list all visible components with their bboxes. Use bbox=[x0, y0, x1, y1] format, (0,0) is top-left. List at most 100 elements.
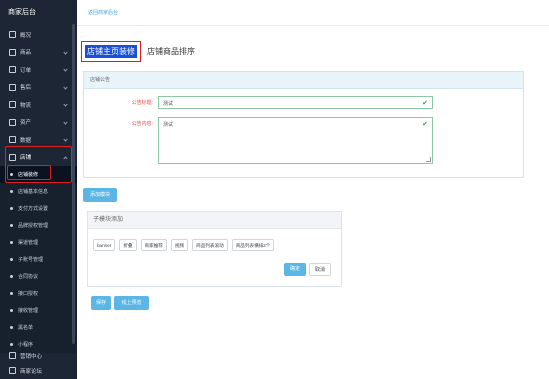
sidebar-item-label: 营销中心 bbox=[20, 353, 43, 360]
sidebar-item-label: 概况 bbox=[20, 32, 32, 39]
submodule-header: 子模块添加 bbox=[88, 212, 341, 229]
wallet-icon bbox=[9, 118, 16, 126]
sidebar-subitem-label: 小程序 bbox=[18, 342, 34, 348]
sidebar-subitem-subaccounts[interactable]: 子账号管理 bbox=[0, 251, 77, 268]
tab-label: 店铺主页装修 bbox=[85, 45, 137, 58]
sidebar-subitem-label: 子账号管理 bbox=[18, 257, 44, 263]
forum-icon bbox=[9, 367, 16, 374]
sidebar-item-label: 商家论坛 bbox=[20, 368, 43, 375]
notice-card: 店铺公告 公告标题: 测试 ✔ 公告内容: 测试 ✔ bbox=[83, 71, 524, 178]
chevron-down-icon bbox=[63, 137, 68, 142]
brand-title: 商家后台 bbox=[8, 9, 36, 16]
notice-title-row: 公告标题: 测试 ✔ bbox=[84, 96, 433, 109]
grid-icon bbox=[9, 31, 16, 39]
sidebar-subitem-label: 黑名单 bbox=[18, 325, 34, 331]
sidebar-subitem-contracts[interactable]: 合同协议 bbox=[0, 268, 77, 285]
confirm-button[interactable]: 确定 bbox=[284, 263, 306, 276]
submodule-card: 子模块添加 banner 折叠 商家推荐 视频 商品列表滚动 商品列表横排2个 … bbox=[87, 211, 342, 287]
bullet-icon bbox=[10, 258, 13, 261]
sidebar-item-aftersale[interactable]: 售后 bbox=[0, 79, 77, 97]
sidebar-subitem-label: 店铺基本信息 bbox=[18, 189, 49, 195]
sidebar-subitem-label: 接口授权 bbox=[18, 291, 39, 297]
sidebar-item-orders[interactable]: 订单 bbox=[0, 61, 77, 79]
bullet-icon bbox=[10, 224, 13, 227]
module-option-video[interactable]: 视频 bbox=[170, 239, 189, 251]
notice-content-textarea[interactable]: 测试 ✔ bbox=[158, 117, 433, 164]
notice-content-row: 公告内容: 测试 ✔ bbox=[84, 117, 433, 164]
sidebar-subitem-label: 合同协议 bbox=[18, 274, 39, 280]
sidebar-item-overview[interactable]: 概况 bbox=[0, 26, 77, 44]
check-icon: ✔ bbox=[422, 100, 428, 107]
sidebar-bottom-nav: 营销中心 商家论坛 bbox=[0, 348, 77, 378]
sidebar-nav: 概况 商品 订单 售后 物流 资产 数据 店铺 bbox=[0, 26, 77, 166]
order-icon bbox=[9, 66, 16, 74]
chevron-down-icon bbox=[63, 49, 68, 55]
chevron-down-icon bbox=[63, 119, 68, 125]
notice-content-value: 测试 bbox=[163, 122, 174, 128]
top-bar: 返回商家后台 bbox=[77, 0, 549, 26]
bullet-icon bbox=[10, 309, 13, 312]
sidebar-subitem-basic-info[interactable]: 店铺基本信息 bbox=[0, 183, 77, 200]
sidebar-subitem-brand-auth[interactable]: 品牌授权管理 bbox=[0, 217, 77, 234]
sidebar-subitem-label: 接收管理 bbox=[18, 308, 39, 314]
highlight-decoration-item bbox=[7, 165, 51, 180]
notice-card-header: 店铺公告 bbox=[84, 72, 523, 89]
chevron-down-icon bbox=[63, 84, 68, 90]
sidebar-item-goods[interactable]: 商品 bbox=[0, 44, 77, 62]
tab-shop-goods-sort[interactable]: 店铺商品排序 bbox=[147, 46, 195, 57]
sidebar: 商家后台 概况 商品 订单 售后 物流 资产 数据 店铺 店铺装修 店铺基本信息… bbox=[0, 0, 77, 379]
shop-submenu: 店铺装修 店铺基本信息 支付方式设置 品牌授权管理 渠道管理 子账号管理 合同协… bbox=[0, 166, 77, 353]
sidebar-subitem-channels[interactable]: 渠道管理 bbox=[0, 234, 77, 251]
sidebar-item-logistics[interactable]: 物流 bbox=[0, 96, 77, 114]
submodule-options: banner 折叠 商家推荐 视频 商品列表滚动 商品列表横排2个 bbox=[93, 239, 278, 251]
notice-title-label: 公告标题: bbox=[131, 100, 153, 106]
sidebar-subitem-label: 渠道管理 bbox=[18, 240, 39, 246]
module-option-merchant-recommend[interactable]: 商家推荐 bbox=[140, 239, 167, 251]
sidebar-item-label: 售后 bbox=[20, 85, 32, 92]
sidebar-subitem-payment[interactable]: 支付方式设置 bbox=[0, 200, 77, 217]
bullet-icon bbox=[10, 343, 13, 346]
sidebar-subitem-blacklist[interactable]: 黑名单 bbox=[0, 319, 77, 336]
cancel-button[interactable]: 取消 bbox=[309, 263, 331, 276]
aftersale-icon bbox=[9, 83, 16, 91]
bullet-icon bbox=[10, 326, 13, 329]
sidebar-item-marketing[interactable]: 营销中心 bbox=[0, 348, 77, 363]
notice-title-value: 测试 bbox=[163, 101, 174, 107]
resize-handle-icon[interactable] bbox=[426, 157, 431, 162]
sidebar-subitem-api-auth[interactable]: 接口授权 bbox=[0, 285, 77, 302]
bullet-icon bbox=[10, 207, 13, 210]
save-button[interactable]: 保存 bbox=[91, 296, 111, 310]
page-tabs: 店铺主页装修 店铺商品排序 bbox=[81, 41, 195, 62]
sidebar-item-label: 数据 bbox=[20, 137, 32, 144]
sidebar-item-label: 物流 bbox=[20, 102, 32, 109]
sidebar-item-forum[interactable]: 商家论坛 bbox=[0, 363, 77, 378]
module-option-goods-scroll[interactable]: 商品列表滚动 bbox=[192, 239, 228, 251]
main-content: 返回商家后台 店铺主页装修 店铺商品排序 店铺公告 公告标题: 测试 ✔ 公告内… bbox=[77, 0, 549, 379]
bullet-icon bbox=[10, 241, 13, 244]
marketing-icon bbox=[9, 352, 16, 359]
bag-icon bbox=[9, 48, 16, 56]
sidebar-item-assets[interactable]: 资产 bbox=[0, 114, 77, 132]
bullet-icon bbox=[10, 292, 13, 295]
chart-icon bbox=[9, 136, 16, 144]
sidebar-item-label: 商品 bbox=[20, 50, 32, 57]
notice-title-input[interactable]: 测试 ✔ bbox=[158, 96, 433, 109]
sidebar-subitem-label: 支付方式设置 bbox=[18, 206, 49, 212]
sidebar-subitem-label: 品牌授权管理 bbox=[18, 223, 49, 229]
sidebar-item-label: 资产 bbox=[20, 120, 32, 127]
sidebar-scrollbar[interactable] bbox=[72, 24, 75, 344]
add-module-button[interactable]: 添加模块 bbox=[83, 188, 117, 202]
tab-shop-home-decoration[interactable]: 店铺主页装修 bbox=[81, 41, 141, 62]
sidebar-item-label: 订单 bbox=[20, 67, 32, 74]
online-preview-button[interactable]: 线上预览 bbox=[114, 296, 149, 310]
module-option-fold[interactable]: 折叠 bbox=[119, 239, 137, 251]
check-icon: ✔ bbox=[422, 121, 428, 128]
sidebar-subitem-receiving[interactable]: 接收管理 bbox=[0, 302, 77, 319]
module-option-goods-row2[interactable]: 商品列表横排2个 bbox=[231, 239, 275, 251]
truck-icon bbox=[9, 101, 16, 109]
notice-content-label: 公告内容: bbox=[131, 121, 153, 127]
bullet-icon bbox=[10, 190, 13, 193]
module-option-banner[interactable]: banner bbox=[93, 239, 116, 251]
breadcrumb-back-link[interactable]: 返回商家后台 bbox=[88, 9, 118, 16]
chevron-down-icon bbox=[63, 67, 68, 72]
